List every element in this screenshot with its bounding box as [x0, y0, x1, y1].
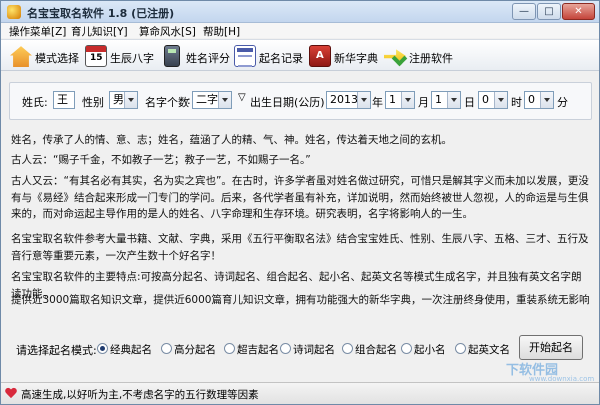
mode-radio-lucky[interactable]: 超吉起名 — [224, 342, 284, 356]
name-record-label: 起名记录 — [259, 52, 303, 65]
intro-paragraph: 古人又云：“有其名必有其实，名为实之宾也”。在古时，许多学者虽对姓名做过研究，可… — [11, 175, 589, 220]
radio-icon — [401, 343, 412, 354]
home-icon — [10, 46, 32, 67]
radio-icon — [342, 343, 353, 354]
surname-label: 姓氏: — [22, 96, 48, 109]
name-score-label: 姓名评分 — [186, 52, 230, 65]
chevron-down-icon — [218, 92, 231, 108]
mode-option-label: 起小名 — [414, 344, 446, 356]
calculator-icon — [164, 45, 180, 67]
mode-radio-high-score[interactable]: 高分起名 — [161, 342, 221, 356]
intro-paragraph: 姓名，传承了人的情、意、志；姓名，蕴涵了人的精、气、神。姓名，传达着天地之间的玄… — [11, 134, 452, 146]
mode-option-label: 经典起名 — [110, 344, 152, 356]
triangle-icon: ▽ — [238, 92, 246, 103]
maximize-button[interactable]: □ — [537, 3, 561, 20]
radio-icon — [161, 343, 172, 354]
chevron-down-icon — [447, 92, 460, 108]
radio-icon — [280, 343, 291, 354]
mode-radio-poetry[interactable]: 诗词起名 — [280, 342, 340, 356]
mode-option-label: 诗词起名 — [293, 344, 335, 356]
birth-chart-label: 生辰八字 — [110, 52, 154, 65]
year-unit: 年 — [372, 96, 383, 109]
radio-icon — [455, 343, 466, 354]
intro-paragraph: 名宝宝取名软件参考大量书籍、文献、字典，采用《五行平衡取名法》结合宝宝姓氏、性别… — [11, 233, 589, 262]
mode-option-label: 起英文名 — [468, 344, 510, 356]
gender-label: 性别 — [82, 96, 104, 109]
app-window: 名宝宝取名软件 1.8 (已注册) — □ ✕ 操作菜单[Z] 育儿知识[Y] … — [0, 0, 600, 405]
surname-input[interactable]: 王 — [53, 91, 75, 109]
mode-radio-classic[interactable]: 经典起名 — [97, 342, 157, 356]
mode-radio-english[interactable]: 起英文名 — [455, 342, 515, 356]
day-value: 1 — [435, 93, 442, 106]
check-icon — [391, 50, 408, 67]
dictionary-icon — [309, 45, 331, 67]
menu-fortune[interactable]: 算命风水[S] — [139, 24, 196, 39]
mode-select-label: 模式选择 — [35, 52, 79, 65]
chevron-down-icon — [357, 92, 370, 108]
birth-date-label: 出生日期(公历) — [250, 96, 325, 109]
mode-radio-nickname[interactable]: 起小名 — [401, 342, 451, 356]
naming-mode-label: 请选择起名模式: — [16, 344, 97, 357]
mode-radio-combination[interactable]: 组合起名 — [342, 342, 402, 356]
month-unit: 月 — [418, 96, 429, 109]
birth-chart-button[interactable]: 生辰八字 — [85, 44, 154, 68]
year-select[interactable]: 2013 — [326, 91, 371, 109]
heart-icon — [5, 388, 17, 399]
name-length-select[interactable]: 二字 — [192, 91, 232, 109]
hour-select[interactable]: 0 — [478, 91, 508, 109]
menu-help[interactable]: 帮助[H] — [203, 24, 240, 39]
dictionary-button[interactable]: 新华字典 — [309, 44, 378, 68]
name-score-button[interactable]: 姓名评分 — [161, 44, 230, 68]
day-select[interactable]: 1 — [431, 91, 461, 109]
day-unit: 日 — [464, 96, 475, 109]
menu-bar: 操作菜单[Z] 育儿知识[Y] 算命风水[S] 帮助[H] — [1, 23, 599, 38]
month-select[interactable]: 1 — [385, 91, 415, 109]
menu-parenting[interactable]: 育儿知识[Y] — [71, 24, 128, 39]
chevron-down-icon — [401, 92, 414, 108]
birth-params-panel: 姓氏: 王 性别 男 名字个数 : 二字 ▽ 出生日期(公历) 2013 年 1… — [9, 82, 592, 120]
chevron-down-icon — [540, 92, 553, 108]
intro-text-area: 姓名，传承了人的情、意、志；姓名，蕴涵了人的精、气、神。姓名，传达着天地之间的玄… — [11, 132, 589, 317]
radio-icon — [224, 343, 235, 354]
minute-unit: 分 — [557, 96, 568, 109]
hour-unit: 时 — [511, 96, 522, 109]
menu-operations[interactable]: 操作菜单[Z] — [9, 24, 66, 39]
chevron-down-icon — [494, 92, 507, 108]
toolbar: 模式选择 生辰八字 姓名评分 起名记录 新华字典 注册软件 — [1, 39, 599, 71]
mode-option-label: 高分起名 — [174, 344, 216, 356]
status-text: 高速生成,以好听为主,不考虑名字的五行数理等因素 — [21, 389, 259, 401]
gender-value: 男 — [113, 93, 124, 106]
window-title: 名宝宝取名软件 1.8 (已注册) — [27, 7, 175, 20]
mode-option-label: 超吉起名 — [237, 344, 279, 356]
register-label: 注册软件 — [409, 52, 453, 65]
mode-select-button[interactable]: 模式选择 — [10, 44, 79, 68]
title-bar[interactable]: 名宝宝取名软件 1.8 (已注册) — □ ✕ — [1, 1, 599, 23]
register-button[interactable]: 注册软件 — [384, 44, 453, 68]
minute-select[interactable]: 0 — [524, 91, 554, 109]
record-icon — [234, 45, 256, 67]
year-value: 2013 — [330, 93, 358, 106]
name-length-label: 名字个数 — [145, 96, 189, 109]
radio-selected-icon — [97, 343, 108, 354]
calendar-icon — [85, 45, 107, 67]
name-record-button[interactable]: 起名记录 — [234, 44, 303, 68]
intro-paragraph: 古人云：“赐子千金，不如教子一艺；教子一艺，不如赐子一名。” — [11, 154, 311, 166]
start-naming-button[interactable]: 开始起名 — [519, 335, 583, 360]
minimize-button[interactable]: — — [512, 3, 536, 20]
name-length-value: 二字 — [196, 93, 218, 106]
naming-mode-bar: 请选择起名模式: 经典起名 高分起名 超吉起名 诗词起名 组合起名 起小名 起英… — [9, 334, 592, 362]
status-bar: 高速生成,以好听为主,不考虑名字的五行数理等因素 — [1, 382, 599, 404]
gender-select[interactable]: 男 — [109, 91, 138, 109]
close-button[interactable]: ✕ — [562, 3, 595, 20]
intro-paragraph: 提供近3000篇取名知识文章，提供近6000篇育儿知识文章，拥有功能强大的新华字… — [11, 294, 589, 306]
hour-value: 0 — [482, 93, 489, 106]
month-value: 1 — [389, 93, 396, 106]
app-logo-icon — [7, 5, 21, 19]
mode-option-label: 组合起名 — [355, 344, 397, 356]
minute-value: 0 — [528, 93, 535, 106]
dictionary-label: 新华字典 — [334, 52, 378, 65]
chevron-down-icon — [124, 92, 137, 108]
